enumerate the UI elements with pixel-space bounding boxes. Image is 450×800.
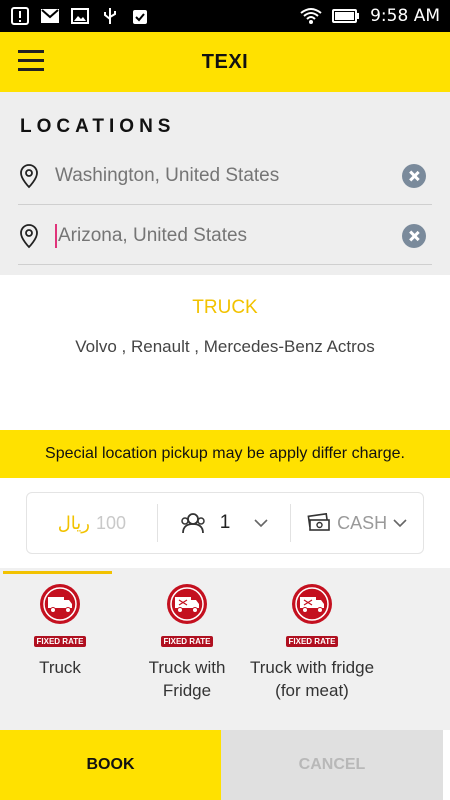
locations-panel: LOCATIONS	[0, 92, 450, 275]
dropoff-row	[18, 207, 432, 265]
cash-icon	[307, 513, 330, 531]
battery-icon	[332, 9, 360, 23]
meat-fridge-truck-icon	[292, 584, 332, 624]
wifi-icon	[300, 8, 322, 24]
alert-icon	[11, 7, 29, 25]
image-icon	[71, 8, 89, 24]
usb-icon	[104, 8, 116, 24]
vehicle-info: TRUCK Volvo , Renault , Mercedes-Benz Ac…	[0, 275, 450, 430]
passenger-count: 1	[219, 512, 231, 533]
pickup-location-input[interactable]	[55, 164, 402, 187]
location-pin-icon	[20, 163, 38, 188]
tab-label: Truck with Fridge	[148, 658, 226, 700]
fare-estimate[interactable]: ريال 100	[27, 493, 157, 553]
pickup-row	[18, 147, 432, 205]
fixed-rate-badge: FIXED RATE	[285, 636, 339, 647]
clipboard-check-icon	[133, 10, 147, 24]
cancel-button[interactable]: CANCEL	[221, 730, 443, 800]
menu-icon[interactable]	[18, 50, 46, 74]
passengers-icon	[180, 513, 205, 534]
text-cursor	[55, 223, 57, 248]
tab-truck-with-fridge[interactable]: FIXED RATE Truck with Fridge	[124, 582, 250, 702]
tab-label: Truck with fridge (for meat)	[249, 658, 375, 700]
selected-tab-indicator	[3, 571, 112, 574]
currency-label: ريال	[57, 512, 90, 533]
clear-pickup-icon[interactable]	[402, 163, 426, 188]
location-pin-icon	[20, 223, 38, 248]
edge-strip	[443, 730, 450, 800]
fixed-rate-badge: FIXED RATE	[33, 636, 87, 647]
app-title: TEXI	[201, 50, 249, 73]
payment-selector[interactable]: CASH	[291, 493, 423, 553]
status-bar: 9:58 AM	[0, 0, 450, 32]
tab-label: Truck	[39, 658, 81, 677]
fixed-rate-badge: FIXED RATE	[160, 636, 214, 647]
pickup-notice: Special location pickup may be apply dif…	[0, 430, 450, 478]
clear-dropoff-icon[interactable]	[402, 223, 426, 248]
dropoff-location-input[interactable]	[58, 224, 402, 247]
system-icons: 9:58 AM	[300, 6, 440, 26]
chevron-down-icon	[254, 519, 268, 528]
notification-icons	[10, 7, 150, 25]
fare-value: 100	[95, 512, 126, 533]
gmail-icon	[41, 9, 59, 23]
app-bar: TEXI	[0, 32, 450, 92]
payment-method: CASH	[337, 512, 388, 533]
chevron-down-icon	[393, 519, 407, 528]
tab-truck-with-fridge-for-meat[interactable]: FIXED RATE Truck with fridge (for meat)	[249, 582, 375, 702]
clock: 9:58 AM	[370, 6, 440, 26]
vehicle-brands: Volvo , Renault , Mercedes-Benz Actros	[75, 337, 375, 356]
book-button[interactable]: BOOK	[0, 730, 221, 800]
ride-options: ريال 100 1 CASH	[26, 492, 424, 554]
vehicle-tabs: FIXED RATE Truck FIXED RATE Truck with F…	[0, 568, 450, 730]
vehicle-type: TRUCK	[192, 297, 258, 318]
tab-truck[interactable]: FIXED RATE Truck	[0, 582, 123, 679]
fridge-truck-icon	[167, 584, 207, 624]
passenger-selector[interactable]: 1	[158, 493, 291, 553]
locations-heading: LOCATIONS	[20, 116, 176, 137]
truck-icon	[40, 584, 80, 624]
